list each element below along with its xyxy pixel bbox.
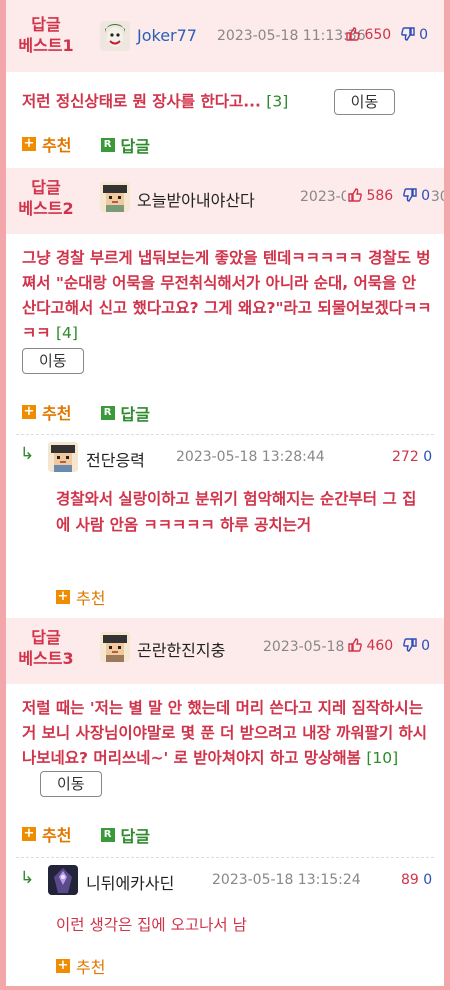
best-comment-header: 답글 베스트1 Joker77 2023-05-18 11:13:36 650 … [6, 0, 444, 72]
author-nickname[interactable]: 니뒤에카사딘 [86, 870, 174, 894]
move-button[interactable]: 이동 [40, 771, 102, 797]
vote-box: 272 0 [392, 449, 432, 465]
recommend-label: 추천 [42, 826, 72, 845]
reply-r-icon: R [100, 406, 115, 420]
reply-actions: + 추천 [56, 585, 129, 609]
reply-label: 답글 [120, 827, 150, 846]
comment-body: 저런 정신상태로 뭔 장사를 한다고... [3] 이동 [22, 89, 432, 115]
comment-panel: 답글 베스트1 Joker77 2023-05-18 11:13:36 650 … [6, 0, 444, 986]
vote-box: 586 0 [346, 188, 431, 206]
recommend-label: 추천 [42, 136, 72, 155]
author-nickname[interactable]: 전단응력 [86, 447, 145, 471]
divider [16, 857, 434, 858]
author-nickname[interactable]: 오늘받아내야산다 [137, 187, 255, 211]
reply-text: 경찰와서 실랑이하고 분위기 험악해지는 순간부터 그 집에 사람 안옴 ㅋㅋㅋ… [56, 490, 417, 534]
downvote-count: 0 [421, 638, 431, 654]
upvote-count: 460 [366, 638, 394, 654]
reply-datetime: 2023-05-18 13:15:24 [212, 872, 361, 888]
upvote-count: 272 [392, 449, 419, 465]
vote-box: 89 0 [401, 872, 432, 888]
best-badge-rank: 베스트3 [18, 649, 74, 668]
avatar[interactable] [48, 865, 78, 895]
best-badge: 답글 베스트2 [6, 177, 86, 219]
reply-text: 이런 생각은 집에 오고나서 남 [56, 916, 247, 934]
thumbs-down-icon[interactable] [402, 188, 417, 206]
reply-button[interactable]: R 답글 [100, 401, 150, 425]
downvote-count: 0 [423, 872, 433, 888]
reply-arrow-icon: ↳ [20, 444, 35, 464]
avatar[interactable] [100, 182, 130, 212]
comment-text: 그냥 경찰 부르게 냅둬보는게 좋았을 텐데ㅋㅋㅋㅋㅋ 경찰도 벙쪄서 "순대랑… [22, 249, 432, 342]
post-datetime: 2023-05-18 11:13:36 [217, 28, 366, 44]
joker-avatar-icon [100, 21, 130, 51]
pixel-avatar-icon [100, 632, 130, 662]
best-badge-line1: 답글 [31, 628, 61, 647]
vote-box: 460 0 [346, 638, 431, 656]
reply-label: 답글 [120, 405, 150, 424]
kassadin-avatar-icon [48, 865, 78, 895]
comment-body: 저럴 때는 '저는 별 말 안 했는데 머리 쓴다고 지레 짐작하시는 거 보니… [22, 696, 432, 797]
recommend-button[interactable]: + 추천 [56, 954, 105, 978]
comment-actions: + 추천 R 답글 [22, 400, 174, 425]
reply-count[interactable]: [3] [266, 93, 288, 111]
best-badge-rank: 베스트1 [18, 36, 74, 55]
upvote-count: 89 [401, 872, 419, 888]
reply-count[interactable]: [4] [56, 324, 78, 342]
reply-r-icon: R [100, 138, 115, 152]
upvote-count: 586 [366, 188, 394, 204]
recommend-label: 추천 [76, 589, 106, 608]
recommend-button[interactable]: + 추천 [22, 132, 71, 156]
downvote-count: 0 [419, 27, 429, 43]
reply-actions: + 추천 [56, 954, 129, 978]
reply-r-icon: R [100, 828, 115, 842]
downvote-count: 0 [423, 449, 433, 465]
reply-label: 답글 [120, 137, 150, 156]
upvote-count: 650 [364, 27, 392, 43]
author-nickname[interactable]: Joker77 [137, 26, 197, 45]
best-comment-header: 답글 베스트2 오늘받아내야산다 2023-05-18 11:23:30 586… [6, 168, 444, 234]
plus-icon: + [22, 404, 36, 419]
thumbs-up-icon[interactable] [348, 638, 362, 656]
comment-body: 그냥 경찰 부르게 냅둬보는게 좋았을 텐데ㅋㅋㅋㅋㅋ 경찰도 벙쪄서 "순대랑… [22, 246, 432, 374]
thumbs-down-icon[interactable] [400, 27, 415, 45]
avatar[interactable] [100, 21, 130, 51]
best-badge-line1: 답글 [31, 15, 61, 34]
recommend-label: 추천 [42, 404, 72, 423]
recommend-label: 추천 [76, 958, 106, 977]
recommend-button[interactable]: + 추천 [22, 400, 71, 424]
avatar[interactable] [48, 442, 78, 472]
vote-box: 650 0 [346, 27, 428, 45]
best-badge: 답글 베스트3 [6, 627, 86, 669]
avatar[interactable] [100, 632, 130, 662]
reply-button[interactable]: R 답글 [100, 823, 150, 847]
thumbs-up-icon[interactable] [346, 27, 360, 45]
move-button[interactable]: 이동 [333, 89, 396, 115]
plus-icon: + [56, 589, 70, 604]
comment-actions: + 추천 R 답글 [22, 822, 174, 847]
reply-arrow-icon: ↳ [20, 868, 35, 888]
best-badge-line1: 답글 [31, 178, 61, 197]
pixel-avatar-icon [48, 442, 78, 472]
best-badge: 답글 베스트1 [6, 14, 86, 56]
plus-icon: + [56, 958, 70, 973]
best-badge-rank: 베스트2 [18, 199, 74, 218]
divider [16, 434, 434, 435]
downvote-count: 0 [421, 188, 431, 204]
best-comment-header: 답글 베스트3 곤란한진지충 2023-05-18 11:40:10 460 0 [6, 618, 444, 684]
plus-icon: + [22, 136, 36, 151]
reply-button[interactable]: R 답글 [100, 133, 150, 157]
pixel-avatar-icon [100, 182, 130, 212]
reply-datetime: 2023-05-18 13:28:44 [176, 449, 325, 465]
comment-text: 저런 정신상태로 뭔 장사를 한다고... [22, 92, 261, 111]
plus-icon: + [22, 826, 36, 841]
author-nickname[interactable]: 곤란한진지충 [137, 637, 225, 661]
comment-actions: + 추천 R 답글 [22, 132, 174, 157]
thumbs-up-icon[interactable] [348, 188, 362, 206]
recommend-button[interactable]: + 추천 [22, 822, 71, 846]
thumbs-down-icon[interactable] [402, 638, 417, 656]
recommend-button[interactable]: + 추천 [56, 585, 105, 609]
move-button[interactable]: 이동 [22, 348, 84, 374]
reply-count[interactable]: [10] [366, 749, 398, 767]
